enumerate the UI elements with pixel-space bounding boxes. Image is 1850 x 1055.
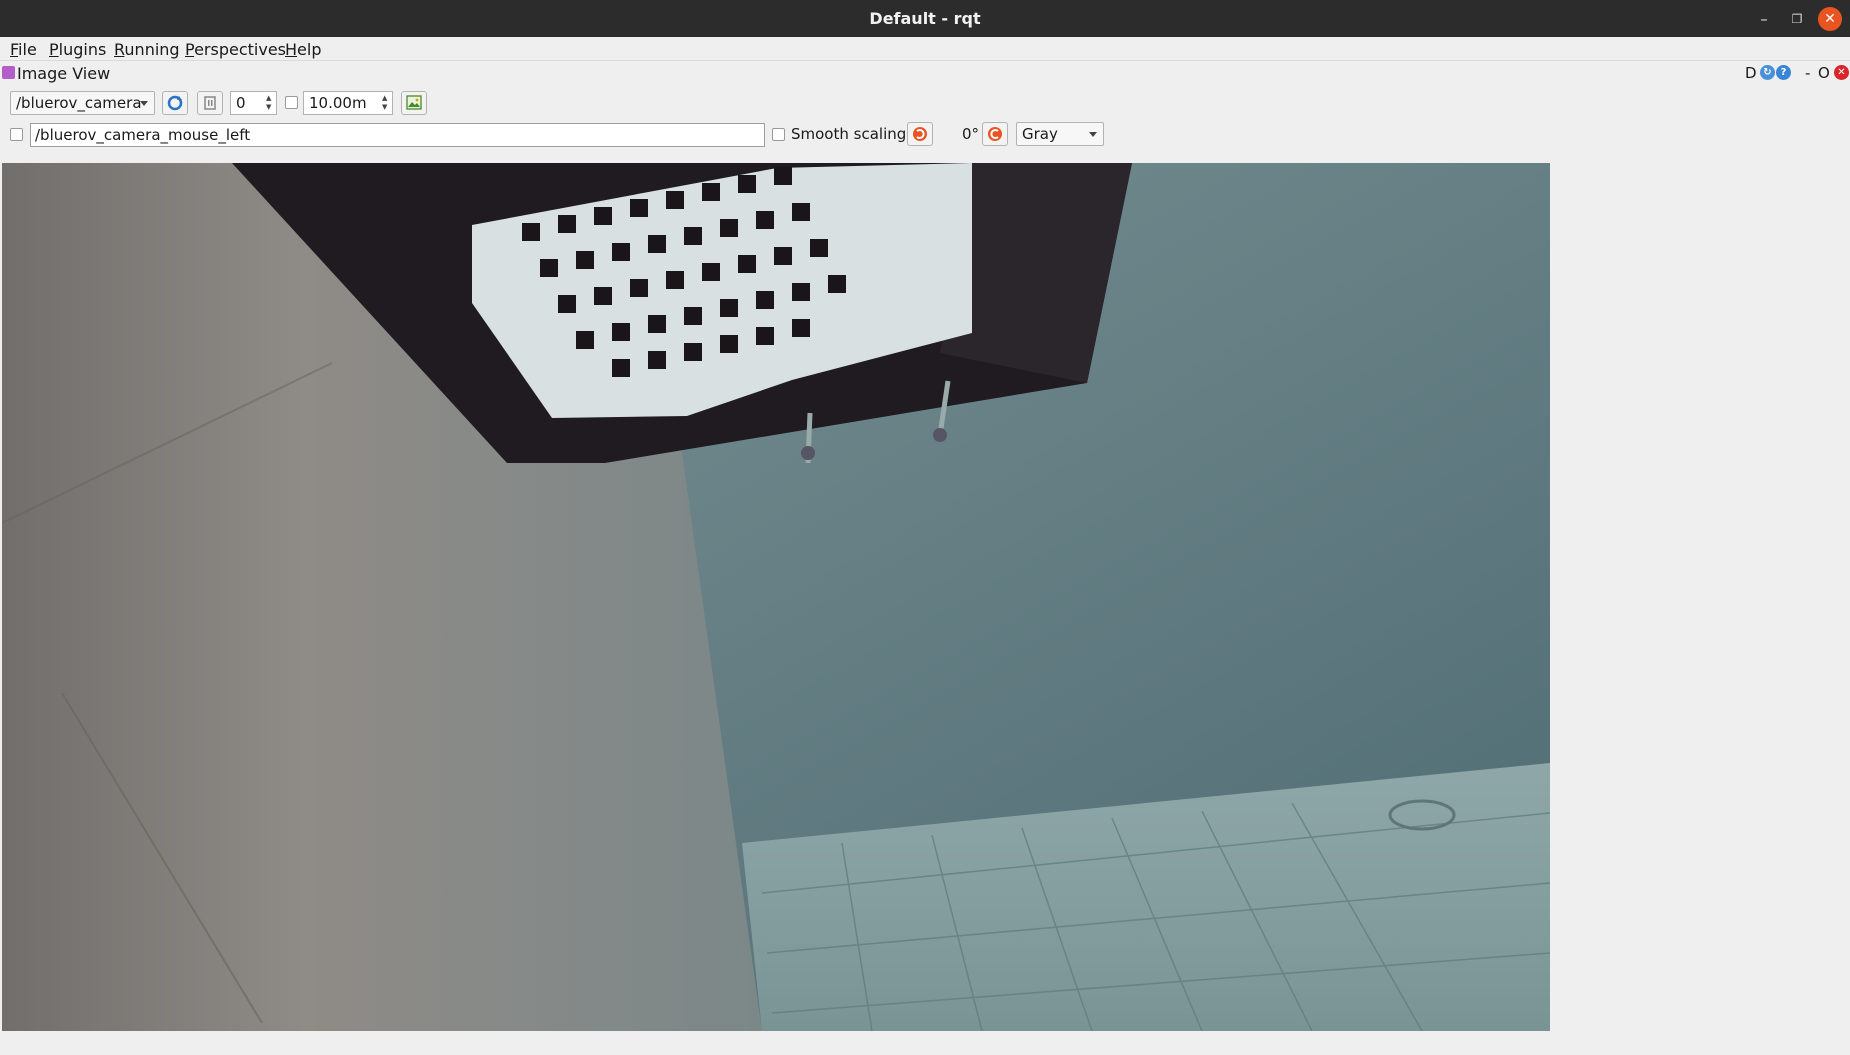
- smooth-scaling-label: Smooth scaling: [791, 125, 907, 143]
- topic-value: /bluerov_camera: [16, 94, 142, 112]
- color-scheme-value: Gray: [1022, 125, 1058, 143]
- menu-file[interactable]: File: [10, 40, 37, 59]
- menubar-divider: [0, 60, 1850, 61]
- camera-image[interactable]: [2, 163, 1550, 1031]
- window-titlebar: Default - rqt – ❐ ✕: [0, 0, 1850, 37]
- menu-perspectives[interactable]: Perspectives: [185, 40, 286, 59]
- status-strip: [0, 1035, 1850, 1055]
- maximize-icon[interactable]: ❐: [1785, 7, 1809, 31]
- plugin-title: Image View: [17, 64, 111, 83]
- spin-value-field[interactable]: 0 ▲ ▼: [230, 91, 277, 115]
- image-view-plugin-icon: [2, 66, 15, 79]
- rotate-right-button[interactable]: [982, 122, 1008, 146]
- plugin-header: Image View D ↻ ? - O ✕: [0, 62, 1850, 86]
- mouse-topic-value: /bluerov_camera_mouse_left: [35, 126, 251, 144]
- topic-combobox[interactable]: /bluerov_camera: [10, 91, 155, 115]
- menu-plugins[interactable]: Plugins: [49, 40, 106, 59]
- spin-value: 0: [236, 94, 246, 112]
- pause-icon: [204, 96, 216, 110]
- minimize-plugin-button[interactable]: -: [1805, 64, 1810, 82]
- menu-help[interactable]: Help: [285, 40, 321, 59]
- reload-plugin-icon[interactable]: ↻: [1760, 65, 1775, 80]
- save-image-icon: [406, 95, 422, 110]
- mouse-topic-input[interactable]: /bluerov_camera_mouse_left: [30, 123, 765, 147]
- dock-d-button[interactable]: D: [1745, 64, 1757, 82]
- spin-arrows-icon[interactable]: ▲ ▼: [266, 94, 274, 112]
- mouse-publish-checkbox[interactable]: [10, 128, 23, 141]
- minimize-icon[interactable]: –: [1752, 7, 1776, 31]
- chevron-down-icon: [140, 101, 148, 106]
- length-field[interactable]: 10.00m ▲ ▼: [303, 91, 393, 115]
- rotate-left-icon: [913, 127, 927, 141]
- save-image-button[interactable]: [401, 91, 427, 115]
- rotate-right-icon: [988, 127, 1002, 141]
- color-scheme-combobox[interactable]: Gray: [1016, 122, 1104, 146]
- menu-running[interactable]: Running: [114, 40, 180, 59]
- camera-frame-image: [2, 163, 1550, 1031]
- window-title: Default - rqt: [869, 9, 981, 28]
- smooth-scaling-checkbox[interactable]: [772, 128, 785, 141]
- rotate-left-button[interactable]: [907, 122, 933, 146]
- length-value: 10.00m: [309, 94, 367, 112]
- pause-button[interactable]: [197, 91, 223, 115]
- chevron-down-icon: [1089, 132, 1097, 137]
- menubar: File Plugins Running Perspectives Help: [0, 37, 1850, 61]
- float-plugin-button[interactable]: O: [1818, 64, 1830, 82]
- close-plugin-icon[interactable]: ✕: [1834, 65, 1849, 80]
- refresh-icon: [167, 95, 183, 111]
- refresh-topics-button[interactable]: [162, 91, 188, 115]
- length-enable-checkbox[interactable]: [285, 96, 298, 109]
- rotation-label: 0°: [962, 125, 980, 143]
- close-window-icon[interactable]: ✕: [1818, 7, 1842, 31]
- length-arrows-icon[interactable]: ▲ ▼: [382, 94, 390, 112]
- help-plugin-icon[interactable]: ?: [1776, 65, 1791, 80]
